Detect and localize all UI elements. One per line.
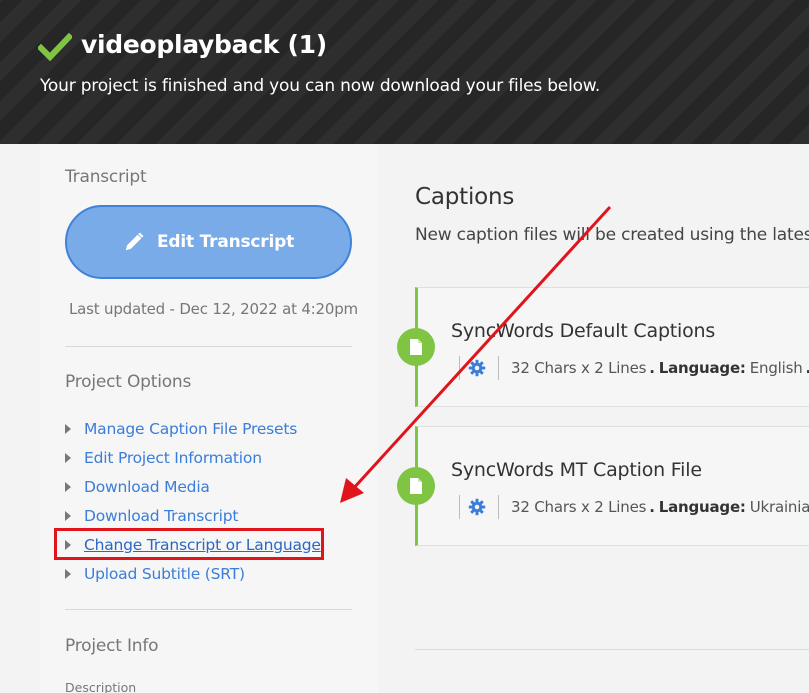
annotation-highlight-box	[54, 528, 324, 560]
caption-file-title[interactable]: SyncWords MT Caption File	[451, 459, 702, 481]
project-status-message: Your project is finished and you can now…	[40, 76, 601, 96]
transcript-heading: Transcript	[65, 167, 147, 187]
project-options-list: Manage Caption File Presets Edit Project…	[65, 414, 365, 588]
edit-transcript-button[interactable]: Edit Transcript	[65, 205, 352, 279]
option-label: Manage Caption File Presets	[84, 419, 298, 438]
caption-file-meta: 32 Chars x 2 Lines . Language: Ukrainian	[459, 495, 809, 519]
language-label: Language:	[658, 359, 746, 377]
option-manage-caption-file-presets[interactable]: Manage Caption File Presets	[65, 414, 365, 443]
language-value: English	[749, 359, 803, 377]
language-value: Ukrainian	[749, 498, 809, 516]
caption-file-title[interactable]: SyncWords Default Captions	[451, 320, 715, 342]
caret-right-icon	[65, 510, 71, 521]
divider	[415, 649, 809, 650]
captions-description: New caption files will be created using …	[415, 225, 809, 245]
description-label: Description	[65, 680, 137, 693]
document-icon	[410, 478, 422, 494]
caption-file-meta: 32 Chars x 2 Lines . Language: English .	[459, 356, 809, 380]
caret-right-icon	[65, 423, 71, 434]
project-options-heading: Project Options	[65, 372, 192, 392]
caption-spec: 32 Chars x 2 Lines	[511, 498, 647, 516]
project-header: videoplayback (1) Your project is finish…	[0, 0, 809, 144]
check-icon	[38, 33, 72, 61]
captions-panel: Captions New caption files will be creat…	[378, 144, 809, 693]
option-label: Download Media	[84, 477, 210, 496]
divider	[65, 609, 352, 610]
option-upload-subtitle[interactable]: Upload Subtitle (SRT)	[65, 559, 365, 588]
captions-title: Captions	[415, 184, 515, 210]
option-label: Upload Subtitle (SRT)	[84, 564, 245, 583]
gear-icon[interactable]	[468, 359, 486, 377]
language-label: Language:	[658, 498, 746, 516]
document-icon	[410, 339, 422, 355]
meta-separator: .	[649, 498, 655, 516]
pencil-icon	[125, 232, 144, 251]
separator	[498, 495, 499, 519]
meta-separator: .	[806, 359, 809, 377]
sidebar: Transcript Edit Transcript Last updated …	[40, 144, 378, 693]
caret-right-icon	[65, 452, 71, 463]
meta-separator: .	[649, 359, 655, 377]
caret-right-icon	[65, 568, 71, 579]
option-label: Edit Project Information	[84, 448, 262, 467]
separator	[459, 356, 460, 380]
file-icon	[397, 467, 435, 505]
separator	[459, 495, 460, 519]
file-icon	[397, 328, 435, 366]
last-updated-text: Last updated - Dec 12, 2022 at 4:20pm	[69, 300, 358, 318]
project-title: videoplayback (1)	[81, 30, 327, 59]
edit-transcript-label: Edit Transcript	[156, 232, 295, 252]
separator	[498, 356, 499, 380]
caption-spec: 32 Chars x 2 Lines	[511, 359, 647, 377]
caption-file-card[interactable]: SyncWords MT Caption File 32 Chars x 2 L…	[397, 426, 809, 546]
caret-right-icon	[65, 481, 71, 492]
option-edit-project-information[interactable]: Edit Project Information	[65, 443, 365, 472]
option-download-media[interactable]: Download Media	[65, 472, 365, 501]
divider	[65, 346, 352, 347]
option-label: Download Transcript	[84, 506, 239, 525]
gear-icon[interactable]	[468, 498, 486, 516]
project-info-heading: Project Info	[65, 636, 159, 656]
caption-file-card[interactable]: SyncWords Default Captions 32 Chars x 2 …	[397, 287, 809, 407]
option-download-transcript[interactable]: Download Transcript	[65, 501, 365, 530]
